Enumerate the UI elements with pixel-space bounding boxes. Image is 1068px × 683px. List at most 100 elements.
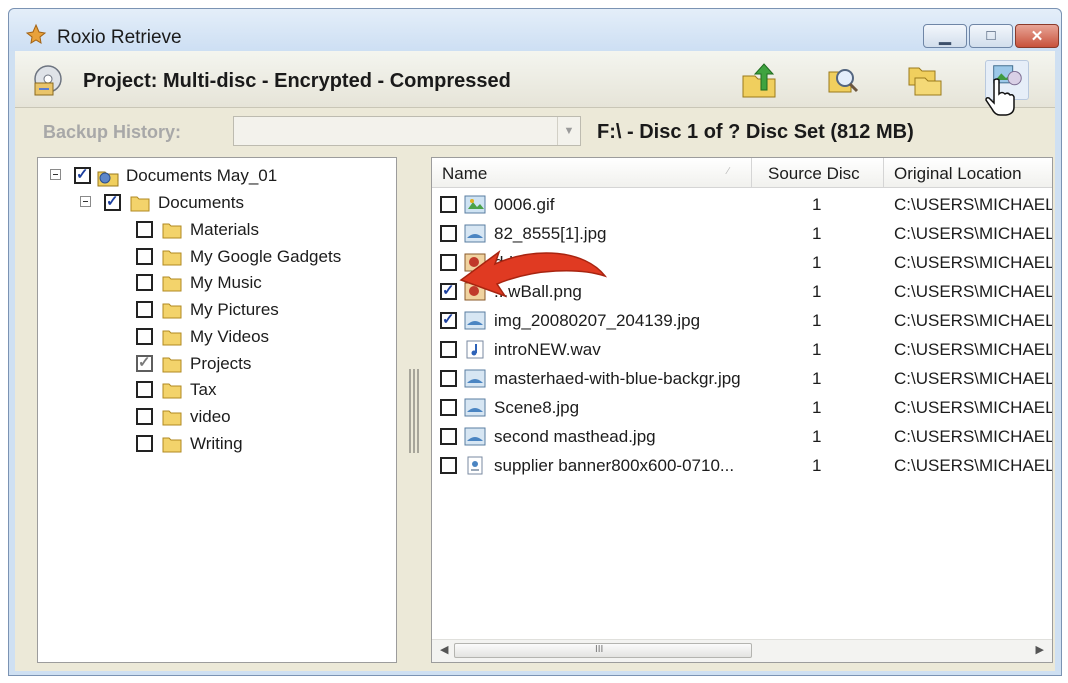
file-checkbox[interactable] bbox=[440, 457, 457, 474]
project-icon bbox=[34, 65, 62, 96]
file-row[interactable]: 82_8555[1].jpg 1 C:\USERS\MICHAEL bbox=[432, 219, 1052, 248]
tree-checkbox[interactable] bbox=[104, 192, 121, 211]
folder-icon bbox=[162, 303, 182, 319]
file-checkbox[interactable] bbox=[440, 370, 457, 387]
folder-icon bbox=[130, 196, 150, 212]
file-row[interactable]: masterhaed-with-blue-backgr.jpg 1 C:\USE… bbox=[432, 364, 1052, 393]
tree-item-label: Documents May_01 bbox=[126, 166, 278, 185]
tree-item-my-google-gadgets[interactable]: My Google Gadgets bbox=[38, 243, 394, 269]
file-row[interactable]: 0006.gif 1 C:\USERS\MICHAEL bbox=[432, 190, 1052, 219]
file-row[interactable]: supplier banner800x600-0710... 1 C:\USER… bbox=[432, 451, 1052, 480]
gif-file-icon bbox=[464, 195, 486, 214]
file-list[interactable]: Name ∕ Source Disc Original Location 000… bbox=[431, 157, 1053, 663]
file-checkbox[interactable] bbox=[440, 310, 457, 329]
tree-item-video[interactable]: video bbox=[38, 403, 394, 429]
file-checkbox[interactable] bbox=[440, 428, 457, 445]
tree-item-label: Writing bbox=[190, 434, 243, 453]
tree-item-documents[interactable]: Documents bbox=[38, 189, 394, 215]
tree-item-my-music[interactable]: My Music bbox=[38, 269, 394, 295]
title-bar[interactable]: Roxio Retrieve ▁ □ ✕ bbox=[9, 9, 1061, 51]
backup-set-icon bbox=[97, 171, 119, 187]
scroll-thumb[interactable]: III bbox=[454, 643, 752, 658]
chevron-down-icon[interactable]: ▼ bbox=[557, 117, 580, 145]
folder-icon bbox=[162, 330, 182, 346]
tree-checkbox[interactable] bbox=[136, 248, 153, 265]
tree-checkbox[interactable] bbox=[136, 381, 153, 398]
tree-item-label: video bbox=[190, 407, 231, 426]
folder-icon bbox=[162, 410, 182, 426]
column-header-original-location[interactable]: Original Location bbox=[884, 158, 1052, 188]
tree-item-my-videos[interactable]: My Videos bbox=[38, 323, 394, 349]
file-checkbox[interactable] bbox=[440, 196, 457, 213]
disc-info-label: F:\ - Disc 1 of ? Disc Set (812 MB) bbox=[597, 121, 914, 143]
minimize-icon: ▁ bbox=[939, 28, 951, 45]
project-header: Project: Multi-disc - Encrypted - Compre… bbox=[15, 51, 1055, 108]
sort-icon: ∕ bbox=[727, 166, 729, 177]
folder-icon bbox=[162, 437, 182, 453]
tree-item-label: My Music bbox=[190, 273, 262, 292]
tree-checkbox[interactable] bbox=[74, 165, 91, 184]
close-icon: ✕ bbox=[1030, 28, 1044, 45]
folder-icon bbox=[162, 250, 182, 266]
tree-checkbox[interactable] bbox=[136, 221, 153, 238]
tree-item-label: Materials bbox=[190, 220, 259, 239]
column-header-source-disc[interactable]: Source Disc bbox=[752, 158, 884, 188]
roxio-app-icon bbox=[25, 23, 47, 44]
image-file-icon bbox=[464, 427, 486, 446]
folder-icon bbox=[162, 383, 182, 399]
project-title: Project: Multi-disc - Encrypted - Compre… bbox=[83, 70, 511, 92]
tree-item-projects[interactable]: Projects bbox=[38, 350, 394, 376]
folder-icon bbox=[162, 223, 182, 239]
file-row[interactable]: img_20080207_204139.jpg 1 C:\USERS\MICHA… bbox=[432, 306, 1052, 335]
tree-checkbox[interactable] bbox=[136, 435, 153, 452]
tree-item-label: My Videos bbox=[190, 327, 270, 346]
restore-up-icon bbox=[742, 63, 776, 98]
file-row[interactable]: Scene8.jpg 1 C:\USERS\MICHAEL bbox=[432, 393, 1052, 422]
scroll-left-icon[interactable]: ◀ bbox=[440, 643, 448, 656]
tree-item-label: My Pictures bbox=[190, 300, 279, 319]
scroll-right-icon[interactable]: ▶ bbox=[1036, 643, 1044, 656]
close-button[interactable]: ✕ bbox=[1015, 24, 1059, 48]
tree-checkbox[interactable] bbox=[136, 328, 153, 345]
copy-folder-button[interactable] bbox=[903, 60, 947, 100]
tree-checkbox[interactable] bbox=[136, 408, 153, 425]
tree-checkbox[interactable] bbox=[136, 274, 153, 291]
tree-item-label: Tax bbox=[190, 380, 217, 399]
file-row[interactable]: introNEW.wav 1 C:\USERS\MICHAEL bbox=[432, 335, 1052, 364]
collapse-icon[interactable] bbox=[80, 196, 91, 207]
panel-splitter[interactable] bbox=[407, 369, 421, 453]
file-row[interactable]: second masthead.jpg 1 C:\USERS\MICHAEL bbox=[432, 422, 1052, 451]
tree-item-documents-may-01[interactable]: Documents May_01 bbox=[38, 162, 394, 188]
window-title: Roxio Retrieve bbox=[57, 27, 182, 48]
file-checkbox[interactable] bbox=[440, 341, 457, 358]
annotation-arrow-icon bbox=[459, 249, 608, 298]
horizontal-scrollbar[interactable]: ◀ III ▶ bbox=[432, 639, 1052, 662]
image-file-icon bbox=[464, 224, 486, 243]
collapse-icon[interactable] bbox=[50, 169, 61, 180]
app-window: Roxio Retrieve ▁ □ ✕ Project: Multi-disc… bbox=[8, 8, 1062, 676]
folder-icon bbox=[162, 276, 182, 292]
copy-folder-icon bbox=[908, 67, 942, 96]
file-checkbox[interactable] bbox=[440, 225, 457, 242]
client-area: Project: Multi-disc - Encrypted - Compre… bbox=[15, 51, 1055, 671]
file-checkbox[interactable] bbox=[440, 399, 457, 416]
tree-item-writing[interactable]: Writing bbox=[38, 430, 394, 456]
maximize-button[interactable]: □ bbox=[969, 24, 1013, 48]
folder-tree[interactable]: Documents May_01 Documents Materials My … bbox=[37, 157, 397, 663]
tree-item-materials[interactable]: Materials bbox=[38, 216, 394, 242]
backup-history-label: Backup History: bbox=[43, 122, 182, 142]
column-header-name[interactable]: Name ∕ bbox=[432, 158, 752, 188]
image-file-icon bbox=[464, 369, 486, 388]
tree-item-label: Documents bbox=[158, 193, 244, 212]
backup-history-select[interactable]: ▼ bbox=[233, 116, 581, 146]
tree-checkbox[interactable] bbox=[136, 301, 153, 318]
minimize-button[interactable]: ▁ bbox=[923, 24, 967, 48]
tree-item-tax[interactable]: Tax bbox=[38, 376, 394, 402]
restore-button[interactable] bbox=[737, 60, 781, 100]
hand-cursor-icon bbox=[985, 78, 1015, 116]
tree-item-my-pictures[interactable]: My Pictures bbox=[38, 296, 394, 322]
tree-checkbox[interactable] bbox=[136, 353, 153, 372]
search-button[interactable] bbox=[821, 60, 865, 100]
generic-file-icon bbox=[467, 456, 483, 475]
audio-file-icon bbox=[466, 340, 484, 359]
